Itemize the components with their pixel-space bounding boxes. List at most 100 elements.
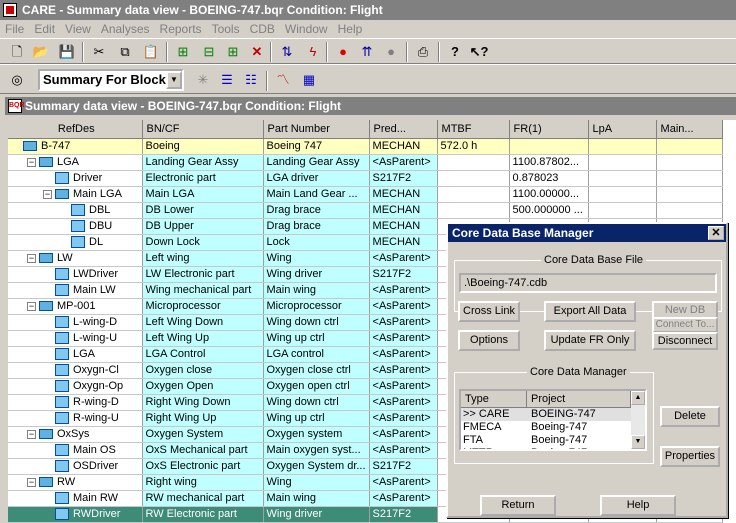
context-help-icon[interactable]: ↖? [468,42,490,62]
pred-cell[interactable]: MECHAN [369,138,438,155]
part-number-cell[interactable]: Landing Gear Assy [263,154,370,171]
collapse-toggle-icon[interactable]: − [27,253,36,263]
refdes-cell[interactable]: − LGA [8,154,143,171]
cross-link-button[interactable]: Cross Link [458,301,520,322]
col-header-lpa[interactable]: LpA [588,120,657,139]
sort-icon[interactable]: ⇅ [276,42,298,62]
bn-cf-cell[interactable]: OxS Mechanical part [142,442,264,459]
refdes-cell[interactable]: Main LW [8,282,143,299]
refdes-cell[interactable]: − OxSys [8,426,143,443]
list-scrollbar[interactable]: ▲ ▼ [631,391,645,449]
record-icon[interactable]: ● [380,42,402,62]
bn-cf-cell[interactable]: Microprocessor [142,298,264,315]
mtbf-cell[interactable]: 572.0 h [437,138,510,155]
pred-cell[interactable]: MECHAN [369,202,438,219]
list-item[interactable]: FTA Boeing-747 [461,434,645,447]
bn-cf-cell[interactable]: Left Wing Down [142,314,264,331]
bn-cf-cell[interactable]: Landing Gear Assy [142,154,264,171]
menu-cdb[interactable]: CDB [245,20,280,38]
bn-cf-cell[interactable]: Left wing [142,250,264,267]
refdes-cell[interactable]: − RW [8,474,143,491]
part-number-cell[interactable]: Wing up ctrl [263,330,370,347]
chevron-down-icon[interactable]: ▼ [166,71,182,89]
part-number-cell[interactable]: Drag brace [263,202,370,219]
lpa-cell[interactable] [588,170,657,187]
list-item[interactable]: FMECA Boeing-747 [461,421,645,434]
part-number-cell[interactable]: Oxygen open ctrl [263,378,370,395]
refdes-cell[interactable]: LWDriver [8,266,143,283]
pred-cell[interactable]: <AsParent> [369,362,438,379]
pred-cell[interactable]: S217F2 [369,266,438,283]
options-button[interactable]: Options [458,330,520,351]
bn-cf-cell[interactable]: Right Wing Up [142,410,264,427]
lpa-cell[interactable] [588,154,657,171]
part-number-cell[interactable]: Wing down ctrl [263,394,370,411]
calculate-icon[interactable]: ϟ [302,42,324,62]
part-number-cell[interactable]: Microprocessor [263,298,370,315]
pred-cell[interactable]: <AsParent> [369,314,438,331]
main-cell[interactable] [656,186,723,203]
return-button[interactable]: Return [480,495,556,516]
data-manager-list[interactable]: Type Project >> CARE BOEING-747 FMECA Boein… [459,389,647,451]
lpa-cell[interactable] [588,186,657,203]
menu-reports[interactable]: Reports [155,20,207,38]
mtbf-cell[interactable] [437,202,510,219]
view-select[interactable]: Summary For Block ▼ [38,69,184,91]
new-file-icon[interactable]: 🗋 [6,42,28,62]
refdes-cell[interactable]: Oxygn-Op [8,378,143,395]
insert-block-icon[interactable]: ⊞ [222,42,244,62]
pred-cell[interactable]: MECHAN [369,186,438,203]
open-folder-icon[interactable]: 📂 [30,42,52,62]
pred-cell[interactable]: <AsParent> [369,426,438,443]
menu-tools[interactable]: Tools [207,20,245,38]
col-header-fr[interactable]: FR(1) [509,120,589,139]
bn-cf-cell[interactable]: Electronic part [142,170,264,187]
part-number-cell[interactable]: Oxygen system [263,426,370,443]
part-number-cell[interactable]: LGA driver [263,170,370,187]
part-number-cell[interactable]: Oxygen System dr... [263,458,370,475]
refdes-cell[interactable]: Main RW [8,490,143,507]
pred-cell[interactable]: S217F2 [369,170,438,187]
delete-button[interactable]: Delete [660,406,720,427]
menu-analyses[interactable]: Analyses [96,20,155,38]
pred-cell[interactable]: S217F2 [369,506,438,523]
fr-cell[interactable]: 0.878023 [509,170,589,187]
main-cell[interactable] [656,154,723,171]
refdes-cell[interactable]: − Main LGA [8,186,143,203]
part-number-cell[interactable]: LGA control [263,346,370,363]
collapse-toggle-icon[interactable]: − [27,477,36,487]
refdes-cell[interactable]: L-wing-D [8,314,143,331]
pred-cell[interactable]: S217F2 [369,458,438,475]
bn-cf-cell[interactable]: Right wing [142,474,264,491]
bn-cf-cell[interactable]: Main LGA [142,186,264,203]
move-up-icon[interactable]: ⇈ [356,42,378,62]
chart-icon[interactable]: 〽 [272,70,294,90]
part-number-cell[interactable]: Wing driver [263,266,370,283]
part-number-cell[interactable]: Wing down ctrl [263,314,370,331]
part-number-cell[interactable]: Wing [263,474,370,491]
database-file-field[interactable]: .\Boeing-747.cdb [459,273,717,293]
part-number-cell[interactable]: Boeing 747 [263,138,370,155]
export-all-data-button[interactable]: Export All Data [544,301,636,322]
part-number-cell[interactable]: Main wing [263,282,370,299]
bn-cf-cell[interactable]: LW Electronic part [142,266,264,283]
refdes-cell[interactable]: Main OS [8,442,143,459]
refdes-cell[interactable]: RWDriver [8,506,143,523]
refdes-cell[interactable]: L-wing-U [8,330,143,347]
bn-cf-cell[interactable]: OxS Electronic part [142,458,264,475]
fr-cell[interactable]: 1100.87802... [509,154,589,171]
paste-icon[interactable]: 📋 [140,42,162,62]
pred-cell[interactable]: <AsParent> [369,490,438,507]
mtbf-cell[interactable] [437,154,510,171]
refdes-cell[interactable]: − LW [8,250,143,267]
table-row[interactable]: DBL DB Lower Drag brace MECHAN 500.000000 ..… [8,202,723,219]
refdes-cell[interactable]: DBU [8,218,143,235]
list-item[interactable]: >> CARE BOEING-747 [461,408,645,421]
pred-cell[interactable]: MECHAN [369,234,438,251]
menu-view[interactable]: View [60,20,96,38]
properties-button[interactable]: Properties [660,446,720,467]
fr-cell[interactable]: 500.000000 ... [509,202,589,219]
scroll-down-icon[interactable]: ▼ [631,435,645,449]
pred-cell[interactable]: <AsParent> [369,410,438,427]
scroll-up-icon[interactable]: ▲ [631,391,645,405]
